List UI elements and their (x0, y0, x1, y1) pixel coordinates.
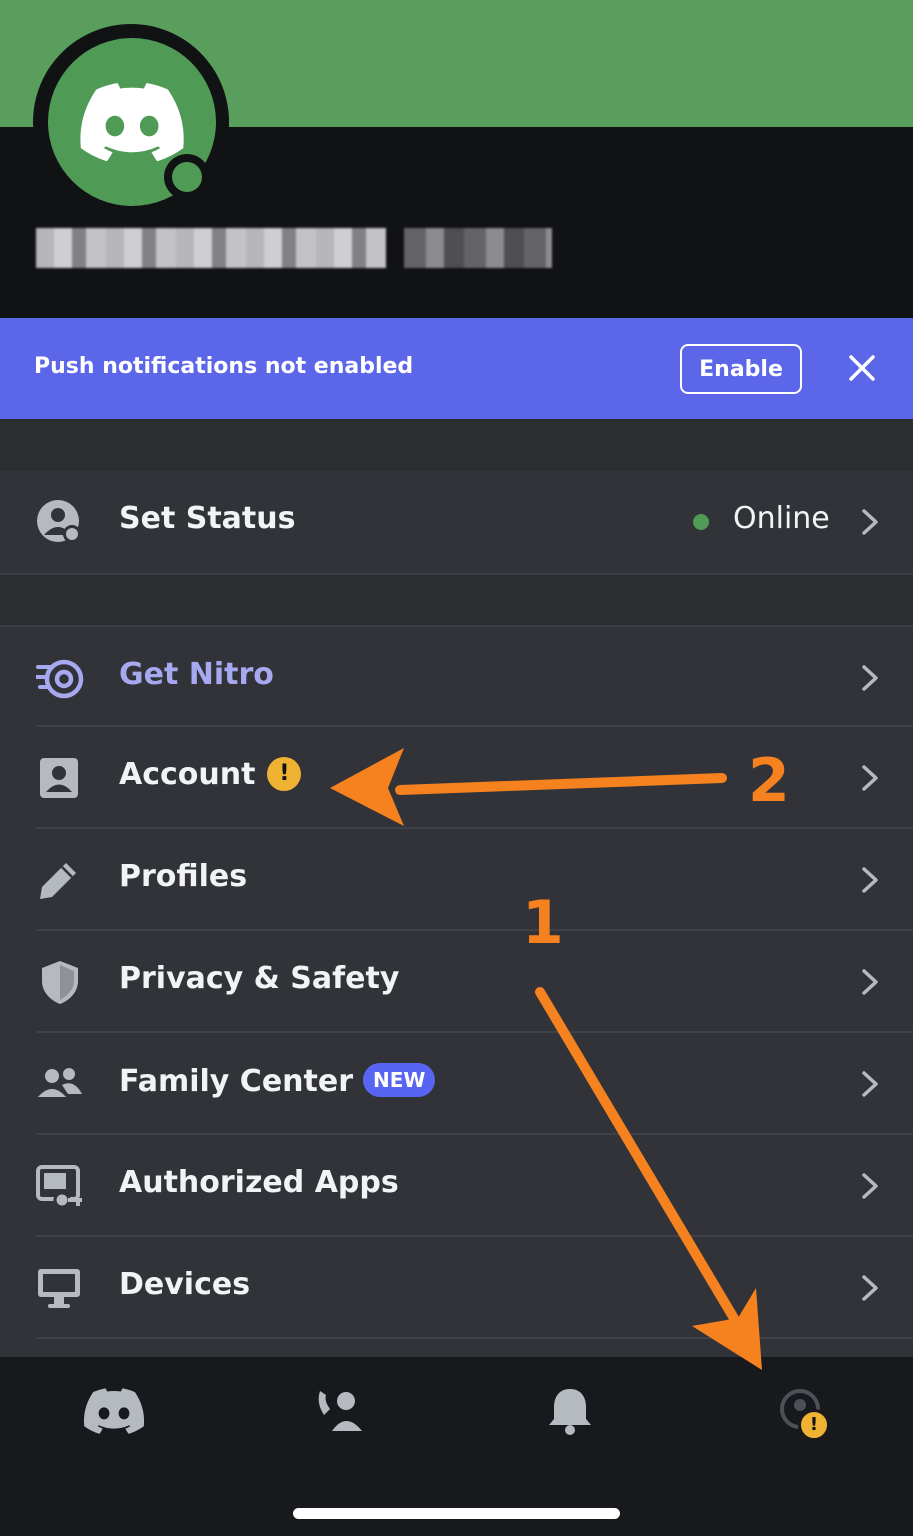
chevron-right-icon (862, 1275, 878, 1301)
chevron-right-icon (862, 1071, 878, 1097)
profile-warning-badge: ! (798, 1409, 830, 1441)
close-icon[interactable] (846, 352, 878, 384)
section-gap (0, 419, 913, 471)
privacy-safety-label: Privacy & Safety (119, 961, 400, 996)
chevron-right-icon (862, 665, 878, 691)
devices-label: Devices (119, 1267, 251, 1302)
get-nitro-label: Get Nitro (119, 657, 274, 692)
set-status-label: Set Status (119, 501, 296, 536)
enable-button[interactable]: Enable (680, 344, 802, 394)
profiles-label: Profiles (119, 859, 248, 894)
menu-item-authorized-apps[interactable]: Authorized Apps (0, 1135, 913, 1237)
menu-item-devices[interactable]: Devices (0, 1237, 913, 1339)
set-status-row[interactable]: Set Status Online (0, 471, 913, 573)
nitro-icon (36, 659, 84, 699)
home-indicator[interactable] (293, 1508, 620, 1519)
new-badge: NEW (363, 1063, 436, 1097)
account-icon (40, 758, 78, 798)
chevron-right-icon (862, 1173, 878, 1199)
chevron-right-icon (862, 969, 878, 995)
chevron-right-icon (862, 509, 878, 535)
friends-icon[interactable] (312, 1385, 372, 1437)
menu-item-privacy-safety[interactable]: Privacy & Safety (0, 931, 913, 1033)
push-notification-text: Push notifications not enabled (34, 354, 414, 379)
warning-badge: ! (267, 757, 302, 791)
discord-logo-icon (80, 83, 184, 161)
menu-item-family-center[interactable]: Family Center NEW (0, 1033, 913, 1135)
annotation-step-2: 2 (748, 746, 790, 816)
authorized-apps-label: Authorized Apps (119, 1165, 399, 1200)
online-status-indicator (164, 154, 210, 200)
tag-redacted (404, 228, 552, 268)
notifications-icon[interactable] (540, 1385, 600, 1437)
authorized-apps-icon (36, 1165, 82, 1209)
section-gap (0, 573, 913, 625)
menu-item-get-nitro[interactable]: Get Nitro (0, 625, 913, 727)
annotation-step-1: 1 (522, 888, 564, 958)
chevron-right-icon (862, 867, 878, 893)
divider (36, 1337, 913, 1339)
shield-icon (42, 961, 78, 1004)
people-icon (38, 1068, 82, 1097)
monitor-icon (38, 1269, 80, 1308)
family-center-label: Family Center NEW (119, 1063, 436, 1099)
menu-item-profiles[interactable]: Profiles (0, 829, 913, 931)
home-icon[interactable] (84, 1385, 144, 1437)
status-value: Online (733, 501, 830, 536)
chevron-right-icon (862, 765, 878, 791)
account-label: Account! (119, 757, 302, 792)
status-icon (37, 500, 81, 543)
pencil-icon (40, 863, 76, 899)
online-dot (693, 514, 709, 530)
username-redacted (36, 228, 386, 268)
